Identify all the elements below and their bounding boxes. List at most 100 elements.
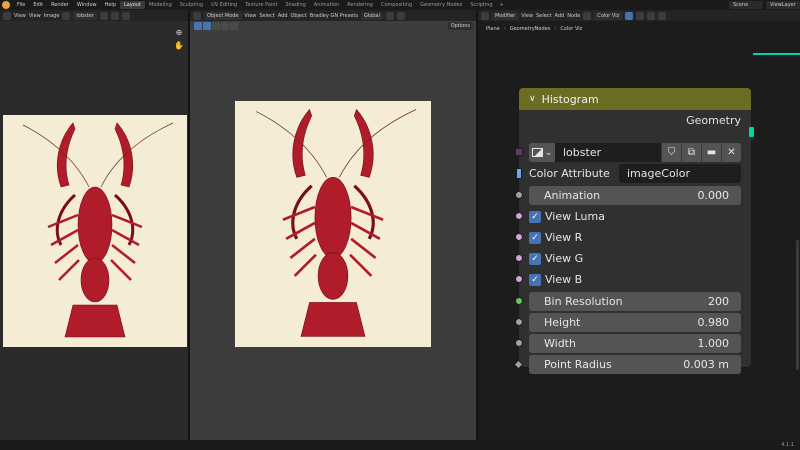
workspace-tab-animation[interactable]: Animation <box>310 2 344 8</box>
view-r-socket[interactable] <box>515 233 523 241</box>
image-name-field[interactable]: lobster <box>555 143 661 162</box>
checkbox-check-icon[interactable]: ✓ <box>529 231 541 244</box>
bin-resolution-field[interactable]: Bin Resolution 200 <box>529 292 741 311</box>
height-value: 0.980 <box>697 316 730 329</box>
workspace-tab-modeling[interactable]: Modeling <box>145 2 176 8</box>
view-r-row: ✓ View R <box>515 228 751 247</box>
node-group-icon[interactable] <box>583 11 592 20</box>
node-menu-add[interactable]: Add <box>555 13 565 19</box>
node-editor-type-icon[interactable] <box>481 11 489 20</box>
menu-help[interactable]: Help <box>101 2 120 8</box>
image-editor-view-mode[interactable]: View <box>14 13 26 19</box>
view-b-checkbox[interactable]: ✓ View B <box>529 270 582 289</box>
collapse-chevron-icon[interactable]: ∨ <box>529 94 536 104</box>
point-radius-field[interactable]: Point Radius 0.003 m <box>529 355 741 374</box>
node-menu-node[interactable]: Node <box>567 13 580 19</box>
height-socket[interactable] <box>515 318 523 326</box>
workspace-tab-layout[interactable]: Layout <box>120 1 145 9</box>
menu-render[interactable]: Render <box>47 2 73 8</box>
editor-type-icon[interactable] <box>3 11 11 20</box>
workspace-tab-sculpting[interactable]: Sculpting <box>176 2 207 8</box>
workspace-tab-shading[interactable]: Shading <box>281 2 309 8</box>
image-input-socket[interactable] <box>515 148 523 156</box>
height-field[interactable]: Height 0.980 <box>529 313 741 332</box>
duplicate-image-icon[interactable]: ⧉ <box>681 143 701 162</box>
menu-edit[interactable]: Edit <box>29 2 47 8</box>
viewport-editor-type-icon[interactable] <box>193 11 201 20</box>
color-attribute-field[interactable]: imageColor <box>619 164 741 183</box>
select-extend-icon[interactable] <box>212 22 220 30</box>
zoom-icon[interactable]: ⊕ <box>174 26 184 39</box>
node-menu-select[interactable]: Select <box>536 13 551 19</box>
select-mode-icon[interactable] <box>203 22 211 30</box>
workspace-tab-compositing[interactable]: Compositing <box>377 2 416 8</box>
animation-socket[interactable] <box>515 191 523 199</box>
checkbox-check-icon[interactable]: ✓ <box>529 273 541 286</box>
width-socket[interactable] <box>515 339 523 347</box>
geometry-link-wire[interactable] <box>753 53 800 55</box>
point-radius-socket[interactable] <box>513 359 524 370</box>
workspace-tab-uv-editing[interactable]: UV Editing <box>207 2 241 8</box>
open-folder-icon[interactable]: ▬ <box>701 143 721 162</box>
pan-hand-icon[interactable]: ✋ <box>174 39 184 52</box>
view-g-checkbox[interactable]: ✓ View G <box>529 249 583 268</box>
pin-icon[interactable] <box>658 11 667 20</box>
view-layer-selector[interactable]: ViewLayer <box>766 1 800 9</box>
node-header[interactable]: ∨ Histogram <box>519 88 751 110</box>
image-editor-image-name[interactable]: lobster <box>73 11 97 20</box>
checkbox-check-icon[interactable]: ✓ <box>529 252 541 265</box>
view-g-socket[interactable] <box>515 254 523 262</box>
fake-user-shield-icon[interactable]: ⛉ <box>661 143 681 162</box>
view-luma-socket[interactable] <box>515 212 523 220</box>
animation-field[interactable]: Animation 0.000 <box>529 186 741 205</box>
image-browse-icon[interactable] <box>62 11 71 20</box>
select-subtract-icon[interactable] <box>221 22 229 30</box>
snap-icon[interactable] <box>385 11 394 20</box>
viewport-menu-presets[interactable]: Bradley GN Presets <box>310 13 358 19</box>
view-b-socket[interactable] <box>515 275 523 283</box>
checkbox-check-icon[interactable]: ✓ <box>529 210 541 223</box>
viewport-menu-add[interactable]: Add <box>278 13 288 19</box>
workspace-tab-texture-paint[interactable]: Texture Paint <box>241 2 281 8</box>
copy-tree-icon[interactable] <box>636 11 645 20</box>
image-new-icon[interactable] <box>110 11 119 20</box>
geometry-nodes-type-dropdown[interactable]: Modifier <box>492 11 519 20</box>
image-open-icon[interactable] <box>121 11 130 20</box>
menu-file[interactable]: File <box>13 2 29 8</box>
select-invert-icon[interactable] <box>230 22 238 30</box>
histogram-node[interactable]: ∨ Histogram Geometry ⌄ lobster ⛉ ⧉ ▬ ✕ C <box>513 88 754 374</box>
add-workspace-button[interactable]: + <box>497 2 507 8</box>
view-luma-checkbox[interactable]: ✓ View Luma <box>529 207 605 226</box>
node-tree-name[interactable]: Color Viz <box>594 11 623 20</box>
fake-user-icon[interactable] <box>625 11 634 20</box>
workspace-tab-rendering[interactable]: Rendering <box>343 2 377 8</box>
image-editor-menu-image[interactable]: Image <box>44 13 60 19</box>
browse-image-button[interactable]: ⌄ <box>529 143 555 162</box>
bin-resolution-socket[interactable] <box>515 297 523 305</box>
workspace-tab-geometry-nodes[interactable]: Geometry Nodes <box>416 2 466 8</box>
geometry-output-socket[interactable] <box>749 127 754 137</box>
viewport-menu-object[interactable]: Object <box>291 13 307 19</box>
node-menu-view[interactable]: View <box>521 13 533 19</box>
viewport-menu-view[interactable]: View <box>245 13 257 19</box>
width-field[interactable]: Width 1.000 <box>529 334 741 353</box>
unlink-image-icon[interactable]: ✕ <box>721 143 741 162</box>
color-attribute-socket[interactable] <box>516 168 522 179</box>
workspace-tab-scripting[interactable]: Scripting <box>466 2 496 8</box>
image-fake-user-icon[interactable] <box>99 11 108 20</box>
scene-selector[interactable]: Scene <box>729 1 763 9</box>
node-editor-scrollbar[interactable] <box>796 240 799 370</box>
object-mode-dropdown[interactable]: Object Mode <box>204 11 242 20</box>
view-r-checkbox[interactable]: ✓ View R <box>529 228 582 247</box>
unlink-tree-icon[interactable] <box>647 11 656 20</box>
image-canvas[interactable] <box>3 115 187 347</box>
viewport-plane-preview[interactable] <box>235 101 431 347</box>
select-tool-icon[interactable] <box>194 22 202 30</box>
viewport-options-button[interactable]: Options <box>447 22 473 30</box>
proportional-edit-icon[interactable] <box>396 11 405 20</box>
menu-window[interactable]: Window <box>73 2 101 8</box>
transform-orientation-dropdown[interactable]: Global <box>360 11 383 20</box>
image-editor-menu-view[interactable]: View <box>29 13 41 19</box>
viewport-menu-select[interactable]: Select <box>259 13 274 19</box>
blender-logo-icon[interactable] <box>2 1 10 9</box>
